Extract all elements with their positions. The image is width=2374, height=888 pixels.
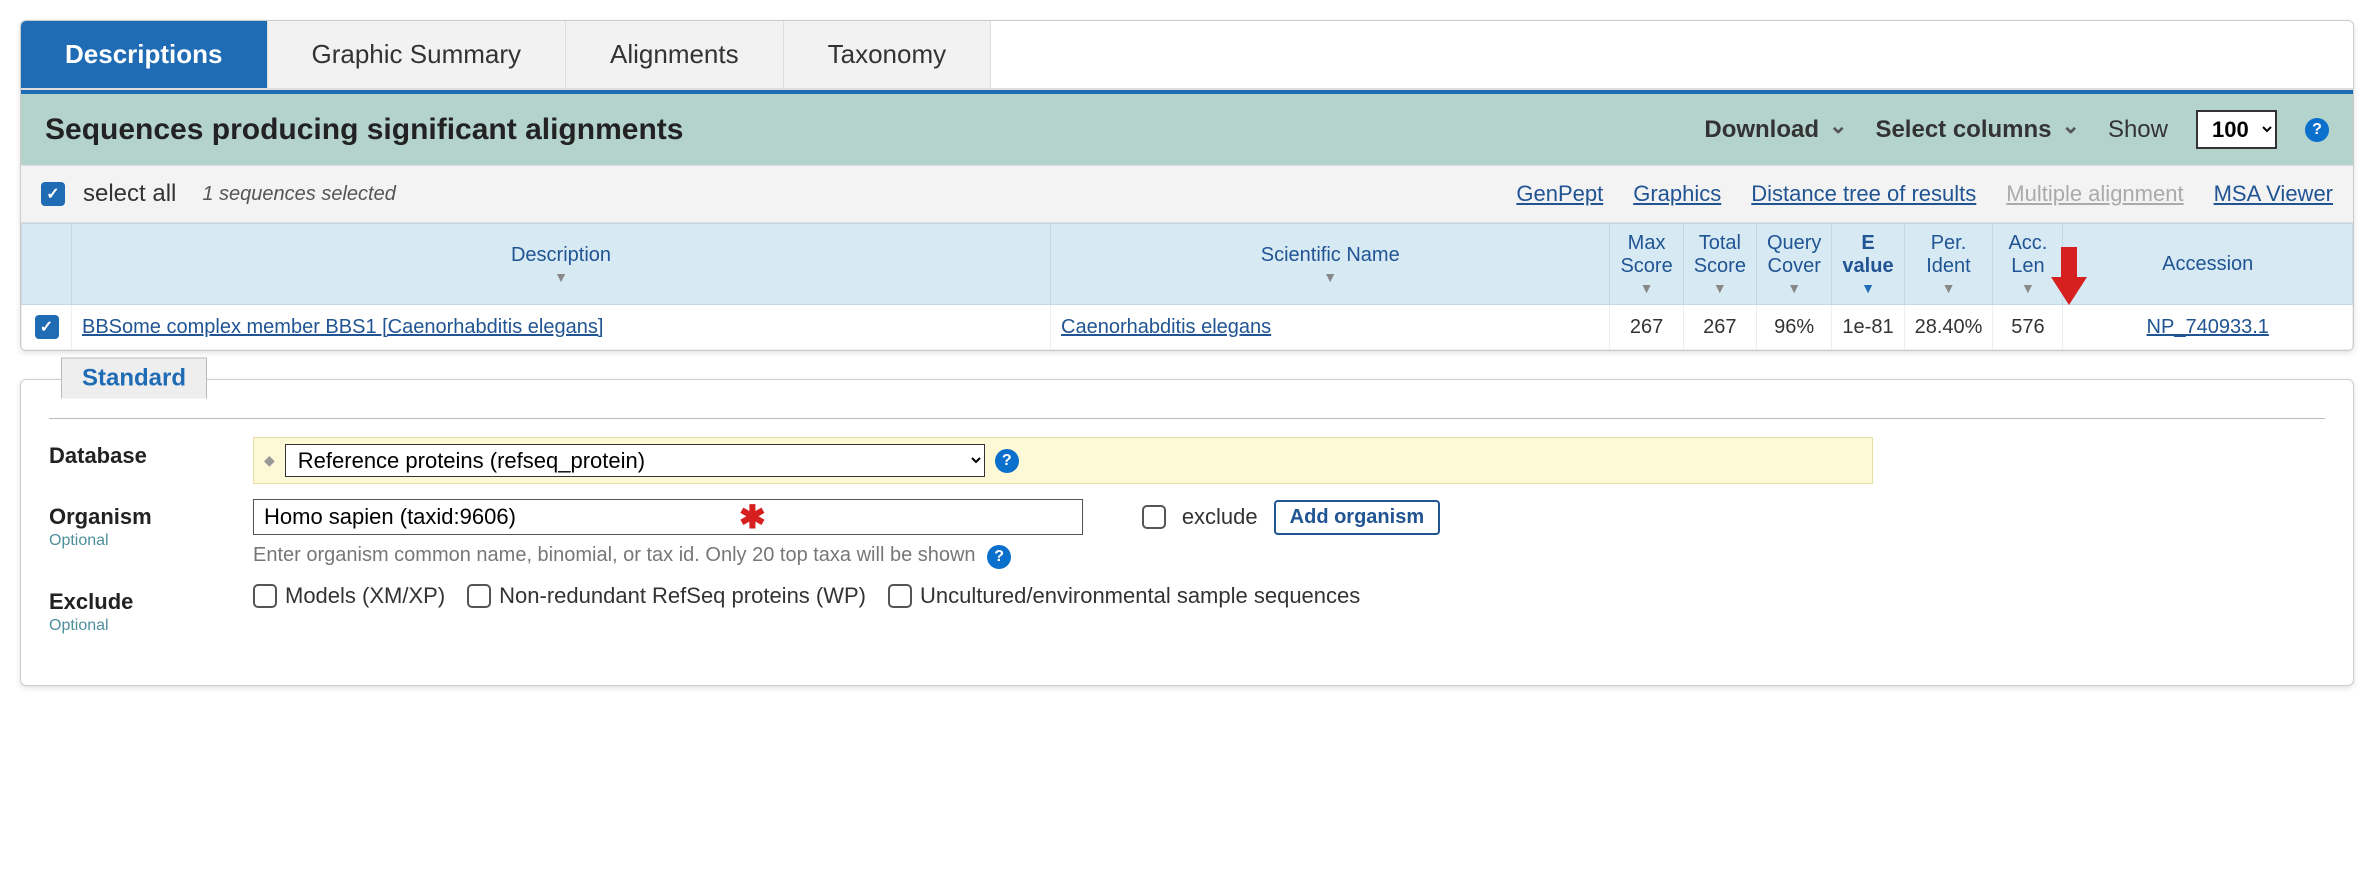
exclude-options: Models (XM/XP) Non-redundant RefSeq prot…: [253, 583, 2325, 609]
results-tabs: Descriptions Graphic Summary Alignments …: [21, 21, 2353, 90]
show-count-select[interactable]: 100: [2196, 110, 2277, 149]
sort-caret-icon: ▼: [1767, 280, 1821, 296]
significant-alignments-bar: Sequences producing significant alignmen…: [21, 90, 2353, 165]
exclude-row-label: Exclude Optional: [49, 583, 229, 635]
database-highlight: ◆ Reference proteins (refseq_protein) ?: [253, 437, 1873, 484]
column-per-ident[interactable]: Per. Ident ▼: [1904, 224, 1993, 305]
row-checkbox[interactable]: [35, 315, 59, 339]
exclude-label: exclude: [1182, 504, 1258, 530]
checkbox-icon[interactable]: [888, 584, 912, 608]
exclude-uncultured-option[interactable]: Uncultured/environmental sample sequence…: [888, 583, 1360, 609]
result-sciname-link[interactable]: Caenorhabditis elegans: [1061, 316, 1271, 338]
column-scientific-name[interactable]: Scientific Name ▼: [1051, 224, 1610, 305]
sort-caret-icon: ▼: [1842, 280, 1893, 296]
cell-query-cover: 96%: [1756, 305, 1831, 350]
database-row: Database ◆ Reference proteins (refseq_pr…: [49, 437, 2325, 484]
organism-label: Organism Optional: [49, 498, 229, 550]
accession-link[interactable]: NP_740933.1: [2147, 316, 2269, 338]
results-table: Description ▼ Scientific Name ▼ Max Scor…: [21, 223, 2353, 350]
checkbox-icon[interactable]: [467, 584, 491, 608]
column-query-cover[interactable]: Query Cover ▼: [1756, 224, 1831, 305]
column-total-score[interactable]: Total Score ▼: [1683, 224, 1756, 305]
select-all-label: select all: [83, 180, 176, 208]
genpept-link[interactable]: GenPept: [1516, 181, 1603, 207]
column-accession[interactable]: Accession: [2063, 224, 2353, 305]
cell-total-score: 267: [1683, 305, 1756, 350]
organism-row: Organism Optional ✱ exclude Add organism…: [49, 498, 2325, 569]
results-panel: Descriptions Graphic Summary Alignments …: [20, 20, 2354, 351]
sort-caret-icon: ▼: [1915, 280, 1983, 296]
show-label: Show: [2108, 116, 2168, 144]
column-e-value[interactable]: E value ▼: [1832, 224, 1904, 305]
cell-acc-len: 576: [1993, 305, 2063, 350]
select-all-row: select all 1 sequences selected GenPept …: [21, 165, 2353, 223]
help-icon[interactable]: ?: [2305, 118, 2329, 142]
select-columns-dropdown[interactable]: Select columns: [1875, 116, 2080, 144]
diamond-icon: ◆: [264, 452, 275, 469]
help-icon[interactable]: ?: [995, 449, 1019, 473]
help-icon[interactable]: ?: [987, 545, 1011, 569]
exclude-models-option[interactable]: Models (XM/XP): [253, 583, 445, 609]
cell-max-score: 267: [1610, 305, 1683, 350]
checkbox-icon[interactable]: [253, 584, 277, 608]
multiple-alignment-link: Multiple alignment: [2006, 181, 2183, 207]
selected-count: 1 sequences selected: [202, 183, 395, 206]
exclude-nonredundant-option[interactable]: Non-redundant RefSeq proteins (WP): [467, 583, 866, 609]
sort-caret-icon: ▼: [1061, 269, 1599, 285]
tab-descriptions[interactable]: Descriptions: [21, 21, 268, 88]
fieldset-legend: Standard: [61, 358, 207, 399]
distance-tree-link[interactable]: Distance tree of results: [1751, 181, 1976, 207]
sig-alignments-title: Sequences producing significant alignmen…: [45, 113, 1676, 147]
database-label: Database: [49, 437, 229, 469]
select-all-checkbox[interactable]: [41, 182, 65, 206]
sort-caret-icon: ▼: [82, 269, 1040, 285]
sort-caret-icon: ▼: [1620, 280, 1672, 296]
tab-taxonomy[interactable]: Taxonomy: [784, 21, 992, 88]
add-organism-button[interactable]: Add organism: [1274, 500, 1440, 535]
graphics-link[interactable]: Graphics: [1633, 181, 1721, 207]
sort-caret-icon: ▼: [2003, 280, 2052, 296]
column-checkbox: [22, 224, 72, 305]
organism-hint: Enter organism common name, binomial, or…: [253, 544, 2325, 569]
tab-alignments[interactable]: Alignments: [566, 21, 784, 88]
cell-per-ident: 28.40%: [1904, 305, 1993, 350]
download-dropdown[interactable]: Download: [1704, 116, 1847, 144]
sort-caret-icon: ▼: [1694, 280, 1746, 296]
msa-viewer-link[interactable]: MSA Viewer: [2214, 181, 2333, 207]
result-description-link[interactable]: BBSome complex member BBS1 [Caenorhabdit…: [82, 316, 603, 338]
exclude-checkbox[interactable]: [1142, 505, 1166, 529]
database-select[interactable]: Reference proteins (refseq_protein): [285, 444, 985, 477]
result-links: GenPept Graphics Distance tree of result…: [1516, 181, 2333, 207]
exclude-row: Exclude Optional Models (XM/XP) Non-redu…: [49, 583, 2325, 635]
search-criteria-panel: Standard Database ◆ Reference proteins (…: [20, 379, 2354, 686]
table-row: BBSome complex member BBS1 [Caenorhabdit…: [22, 305, 2353, 350]
column-description[interactable]: Description ▼: [72, 224, 1051, 305]
column-max-score[interactable]: Max Score ▼: [1610, 224, 1683, 305]
column-acc-len[interactable]: Acc. Len ▼: [1993, 224, 2063, 305]
tab-graphic-summary[interactable]: Graphic Summary: [268, 21, 567, 88]
organism-input[interactable]: [253, 499, 1083, 535]
cell-e-value: 1e-81: [1832, 305, 1904, 350]
